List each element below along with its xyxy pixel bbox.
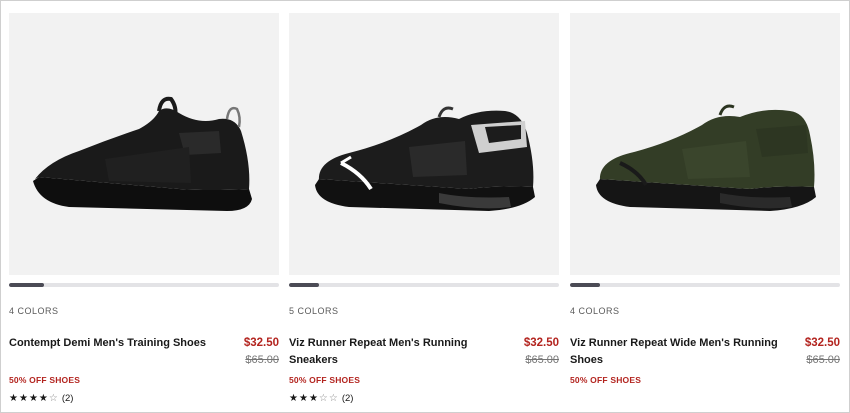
- product-image[interactable]: [289, 13, 559, 275]
- sale-price: $32.50: [243, 337, 279, 349]
- review-count: (2): [61, 393, 74, 404]
- progress-fill: [9, 283, 45, 287]
- star-empty-icon: ☆: [328, 393, 338, 404]
- original-price: $65.00: [525, 354, 559, 366]
- star-empty-icon: ☆: [48, 393, 58, 404]
- star-filled-icon: ★: [38, 393, 48, 404]
- shoe-image: [315, 106, 535, 211]
- shoe-image: [596, 104, 816, 211]
- shoe-image: [33, 96, 252, 211]
- product-rating[interactable]: ★ ★ ★ ★ ☆ (2): [9, 393, 73, 404]
- original-price: $65.00: [806, 354, 840, 366]
- sale-price: $32.50: [523, 337, 559, 349]
- sale-price: $32.50: [804, 337, 840, 349]
- color-count: 4 COLORS: [9, 306, 59, 316]
- star-filled-icon: ★: [298, 393, 308, 404]
- promo-badge: 50% OFF SHOES: [9, 375, 81, 385]
- star-filled-icon: ★: [308, 393, 318, 404]
- product-rating[interactable]: ★ ★ ★ ☆ ☆ (2): [289, 393, 353, 404]
- product-title[interactable]: Viz Runner Repeat Wide Men's Running Sho…: [570, 335, 780, 369]
- product-card[interactable]: 4 COLORS Viz Runner Repeat Wide Men's Ru…: [570, 13, 840, 413]
- product-title[interactable]: Viz Runner Repeat Men's Running Sneakers: [289, 335, 499, 369]
- product-title[interactable]: Contempt Demi Men's Training Shoes: [9, 335, 219, 352]
- star-filled-icon: ★: [28, 393, 38, 404]
- review-count: (2): [341, 393, 354, 404]
- progress-fill: [289, 283, 319, 287]
- star-filled-icon: ★: [9, 393, 18, 404]
- product-image[interactable]: [9, 13, 279, 275]
- product-card[interactable]: 4 COLORS Contempt Demi Men's Training Sh…: [9, 13, 279, 413]
- promo-badge: 50% OFF SHOES: [289, 375, 361, 385]
- color-count: 4 COLORS: [570, 306, 620, 316]
- product-grid: 4 COLORS Contempt Demi Men's Training Sh…: [9, 13, 840, 413]
- star-filled-icon: ★: [18, 393, 28, 404]
- image-carousel-progress[interactable]: [570, 283, 840, 287]
- star-empty-icon: ☆: [318, 393, 328, 404]
- original-price: $65.00: [245, 354, 279, 366]
- image-carousel-progress[interactable]: [9, 283, 279, 287]
- product-card[interactable]: 5 COLORS Viz Runner Repeat Men's Running…: [289, 13, 559, 413]
- color-count: 5 COLORS: [289, 306, 339, 316]
- star-filled-icon: ★: [289, 393, 298, 404]
- progress-fill: [570, 283, 600, 287]
- promo-badge: 50% OFF SHOES: [570, 375, 642, 385]
- product-image[interactable]: [570, 13, 840, 275]
- image-carousel-progress[interactable]: [289, 283, 559, 287]
